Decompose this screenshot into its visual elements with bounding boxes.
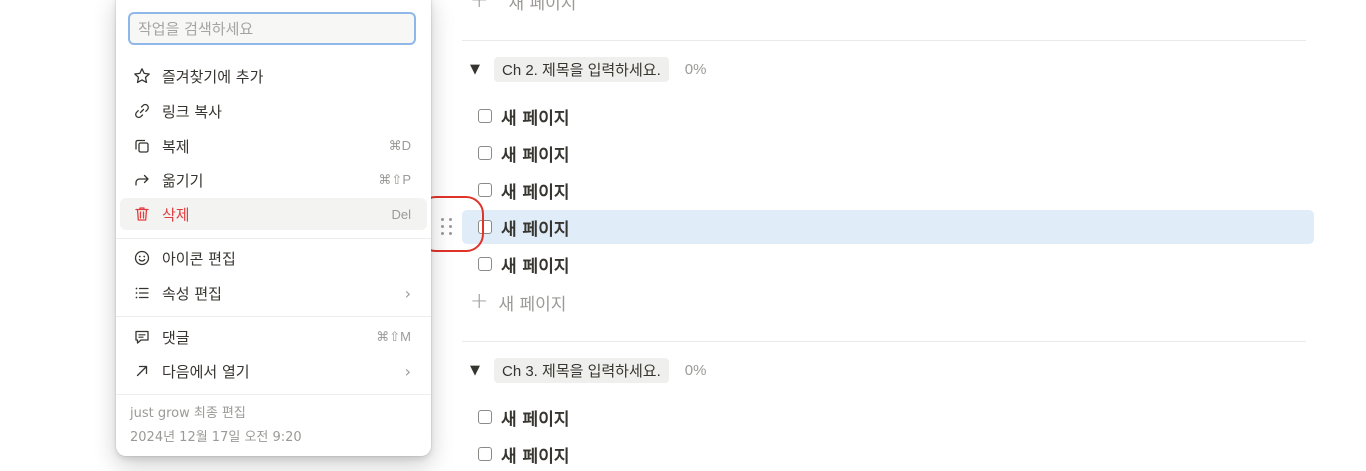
link-icon [132,101,152,121]
menu-item-comment[interactable]: 댓글 ⌘⇧M [120,321,427,353]
menu-item-label: 속성 편집 [162,284,222,303]
smiley-icon [132,248,152,268]
menu-item-open-in[interactable]: 다음에서 열기 › [120,355,427,387]
task-row-selected[interactable]: 새 페이지 [462,210,1314,244]
last-edited-date: 2024년 12월 17일 오전 9:20 [130,430,302,445]
plus-icon: + [470,289,489,314]
task-checkbox[interactable] [478,183,492,197]
menu-search-input[interactable] [136,18,408,39]
menu-item-edit-properties[interactable]: 속성 편집 › [120,277,427,309]
shortcut-hint: ⌘⇧P [378,172,411,187]
menu-search-box[interactable] [128,12,416,45]
task-title: 새 페이지 [501,108,570,129]
group-divider [462,40,1306,41]
menu-item-edit-icon[interactable]: 아이콘 편집 [120,242,427,274]
comment-icon [132,327,152,347]
group-title: Ch 3. 제목을 입력하세요. [494,357,669,383]
menu-item-move[interactable]: 옮기기 ⌘⇧P [120,164,427,196]
task-row[interactable]: 새 페이지 [470,437,1306,471]
shortcut-hint: Del [391,206,411,222]
menu-item-label: 즐겨찾기에 추가 [162,67,264,86]
group-title: Ch 2. 제목을 입력하세요. [494,56,669,82]
menu-divider [116,316,431,317]
group-divider [462,341,1306,342]
shortcut-hint: ⌘⇧M [376,329,411,344]
add-page-label: 새 페이지 [508,0,577,14]
task-checkbox[interactable] [478,447,492,461]
menu-item-copy-link[interactable]: 링크 복사 [120,95,427,127]
task-checkbox[interactable] [478,146,492,160]
menu-item-label: 댓글 [162,328,190,347]
task-checkbox[interactable] [478,257,492,271]
add-page-button-top[interactable]: + 새 페이지 [470,0,577,14]
context-menu: 즐겨찾기에 추가 링크 복사 복제 ⌘D 옮기기 ⌘⇧P 삭제 Del 아이콘 … [116,0,431,456]
group-header-ch3[interactable]: ▼ Ch 3. 제목을 입력하세요. 0% [470,357,706,383]
task-row[interactable]: 새 페이지 [470,99,1306,133]
task-row[interactable]: 새 페이지 [470,247,1306,281]
menu-divider [116,238,431,239]
menu-item-label: 링크 복사 [162,102,222,121]
menu-footer: just grow 최종 편집 2024년 12월 17일 오전 9:20 [130,402,302,450]
last-edited-by: just grow 최종 편집 [130,406,246,421]
chevron-right-icon: › [404,361,411,381]
menu-item-label: 옮기기 [162,171,204,190]
open-arrow-icon [132,361,152,381]
plus-icon: + [470,0,489,13]
task-title: 새 페이지 [501,219,570,240]
task-row[interactable]: 새 페이지 [470,173,1306,207]
list-icon [132,283,152,303]
collapse-caret-icon[interactable]: ▼ [470,62,488,77]
task-title: 새 페이지 [501,182,570,203]
task-title: 새 페이지 [501,256,570,277]
shortcut-hint: ⌘D [388,138,411,153]
move-arrow-icon [132,170,152,190]
group-progress: 0% [684,60,707,78]
collapse-caret-icon[interactable]: ▼ [470,363,488,378]
menu-item-label: 복제 [162,137,190,156]
task-title: 새 페이지 [501,409,570,430]
task-row[interactable]: 새 페이지 [470,400,1306,434]
task-title: 새 페이지 [501,145,570,166]
menu-item-label: 아이콘 편집 [162,249,236,268]
chevron-right-icon: › [404,283,411,303]
add-page-label: 새 페이지 [498,294,567,315]
duplicate-icon [132,136,152,156]
task-checkbox[interactable] [478,410,492,424]
menu-divider [116,394,431,395]
menu-item-favorite[interactable]: 즐겨찾기에 추가 [120,60,427,92]
group-progress: 0% [684,361,707,379]
task-title: 새 페이지 [501,446,570,467]
menu-item-label: 삭제 [162,205,190,224]
menu-item-label: 다음에서 열기 [162,362,250,381]
task-checkbox[interactable] [478,109,492,123]
star-icon [132,66,152,86]
menu-item-delete[interactable]: 삭제 Del [120,198,427,230]
group-header-ch2[interactable]: ▼ Ch 2. 제목을 입력하세요. 0% [470,56,706,82]
menu-item-duplicate[interactable]: 복제 ⌘D [120,130,427,162]
task-row[interactable]: 새 페이지 [470,136,1306,170]
trash-icon [132,204,152,224]
add-page-button[interactable]: + 새 페이지 [470,287,566,317]
